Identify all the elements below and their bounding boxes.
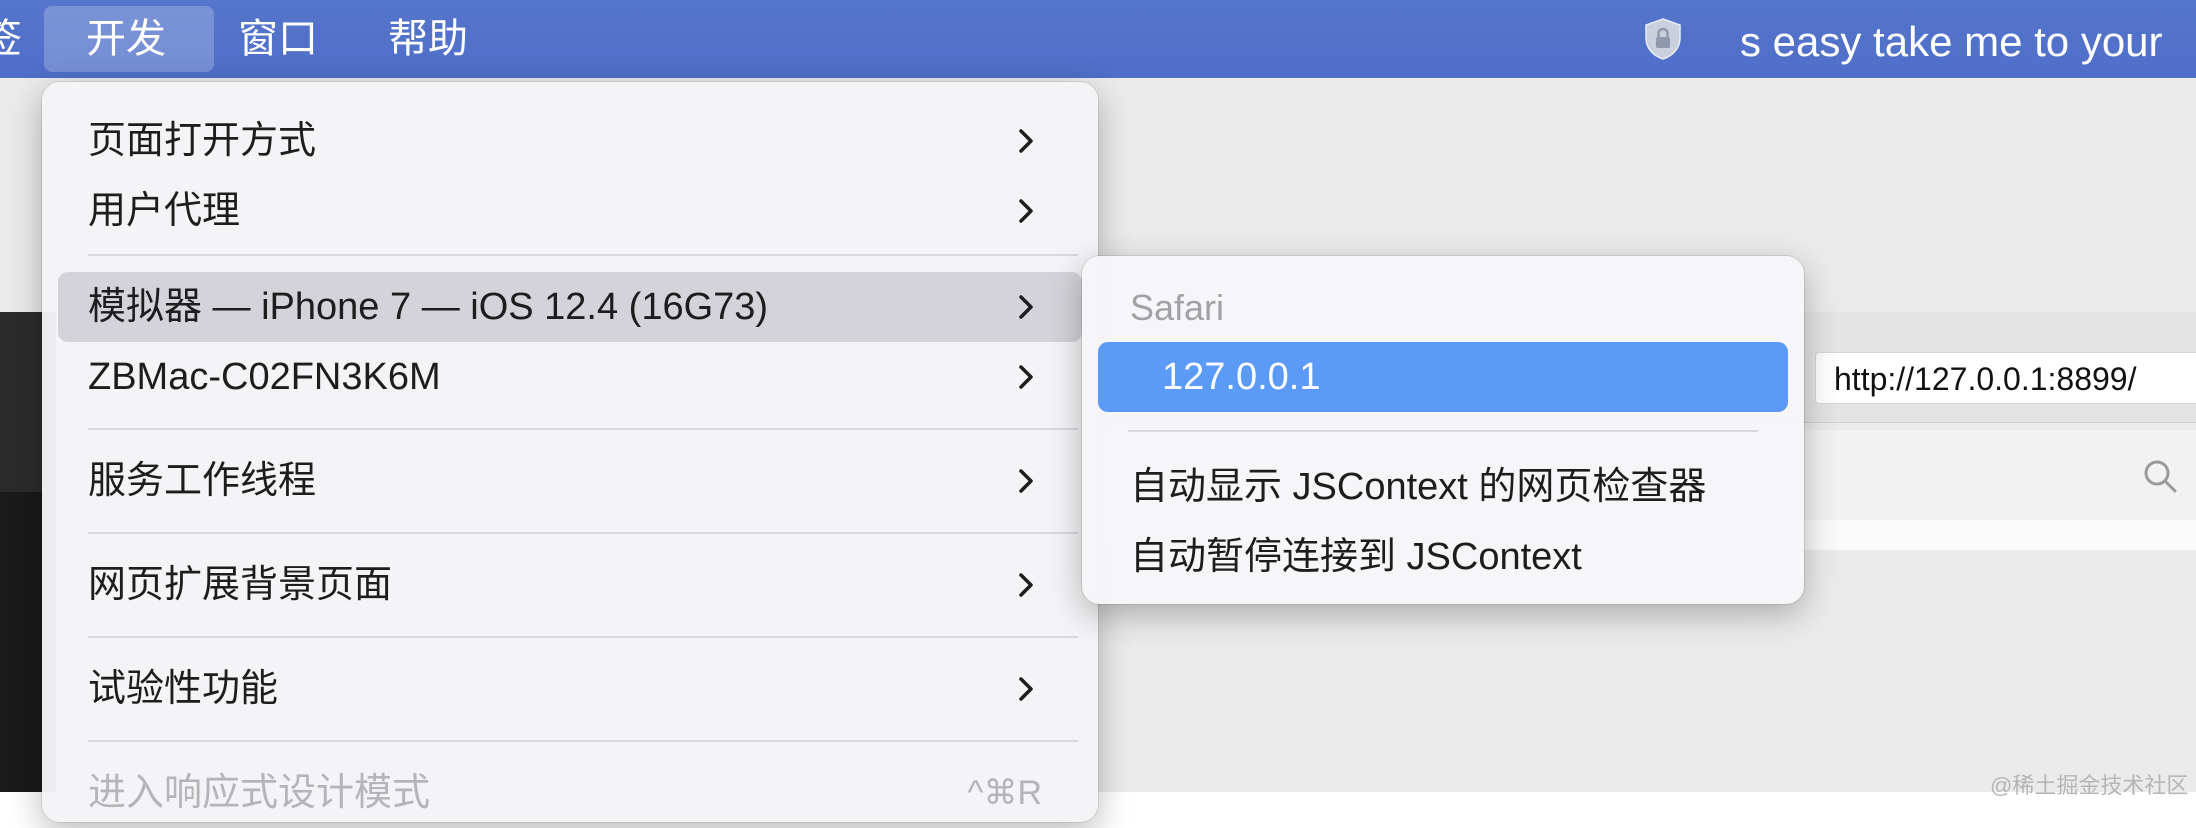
menu-item-label: 进入响应式设计模式 <box>88 772 431 814</box>
menu-bar-item-help[interactable]: 帮助 <box>388 0 468 78</box>
chevron-right-icon <box>1019 129 1033 153</box>
simulator-submenu: Safari 127.0.0.1 自动显示 JSContext 的网页检查器 自… <box>1082 256 1804 604</box>
menu-bar-item-window[interactable]: 窗口 <box>238 0 318 78</box>
menu-item-label: 页面打开方式 <box>88 120 317 162</box>
menu-separator <box>88 254 1078 256</box>
menu-separator <box>88 740 1078 742</box>
menu-item-label: 模拟器 — iPhone 7 — iOS 12.4 (16G73) <box>88 286 769 328</box>
menu-separator <box>88 636 1078 638</box>
menu-item-service-workers[interactable]: 服务工作线程 <box>58 446 1082 516</box>
menu-bar-item-develop[interactable]: 开发 <box>44 6 214 72</box>
menu-bar-item-bookmarks[interactable]: 签 <box>0 0 22 78</box>
menu-bar: 签 开发 窗口 帮助 s easy take me to your <box>0 0 2196 78</box>
menu-item-label: 用户代理 <box>88 190 241 232</box>
menu-item-user-agent[interactable]: 用户代理 <box>58 176 1082 246</box>
watermark: @稀土掘金技术社区 <box>1990 773 2189 798</box>
chevron-right-icon <box>1019 469 1033 493</box>
menu-item-simulator[interactable]: 模拟器 — iPhone 7 — iOS 12.4 (16G73) <box>58 272 1082 342</box>
menu-item-label: 网页扩展背景页面 <box>88 564 393 606</box>
menu-item-label: 服务工作线程 <box>88 460 317 502</box>
menu-item-shortcut: ^⌘R <box>967 774 1042 812</box>
chevron-right-icon <box>1019 573 1033 597</box>
menu-item-label: 试验性功能 <box>88 668 279 710</box>
chevron-right-icon <box>1019 199 1033 223</box>
develop-menu: 页面打开方式 用户代理 模拟器 — iPhone 7 — iOS 12.4 (1… <box>42 82 1098 822</box>
url-field[interactable]: http://127.0.0.1:8899/ <box>1815 352 2196 404</box>
chevron-right-icon <box>1019 677 1033 701</box>
menu-separator <box>88 428 1078 430</box>
menu-item-mac-device[interactable]: ZBMac-C02FN3K6M <box>58 342 1082 412</box>
submenu-item-localhost[interactable]: 127.0.0.1 <box>1098 342 1788 412</box>
menu-bar-marquee-text: s easy take me to your <box>1740 18 2163 65</box>
submenu-header: Safari <box>1130 287 1225 328</box>
submenu-item-auto-show-inspector[interactable]: 自动显示 JSContext 的网页检查器 <box>1130 452 1706 522</box>
menu-separator <box>1128 430 1758 432</box>
chevron-right-icon <box>1019 365 1033 389</box>
menu-item-open-page-with[interactable]: 页面打开方式 <box>58 106 1082 176</box>
chevron-right-icon <box>1019 295 1033 319</box>
menu-item-extension-background-pages[interactable]: 网页扩展背景页面 <box>58 550 1082 620</box>
menu-item-experimental-features[interactable]: 试验性功能 <box>58 654 1082 724</box>
menu-separator <box>88 532 1078 534</box>
menu-item-responsive-design-mode: 进入响应式设计模式 ^⌘R <box>58 758 1082 828</box>
menu-item-label: ZBMac-C02FN3K6M <box>88 356 441 398</box>
submenu-item-label: 127.0.0.1 <box>1162 356 1321 398</box>
submenu-item-auto-pause[interactable]: 自动暂停连接到 JSContext <box>1130 522 1582 592</box>
search-icon[interactable] <box>2140 456 2180 496</box>
shield-lock-icon[interactable] <box>1640 16 1686 62</box>
